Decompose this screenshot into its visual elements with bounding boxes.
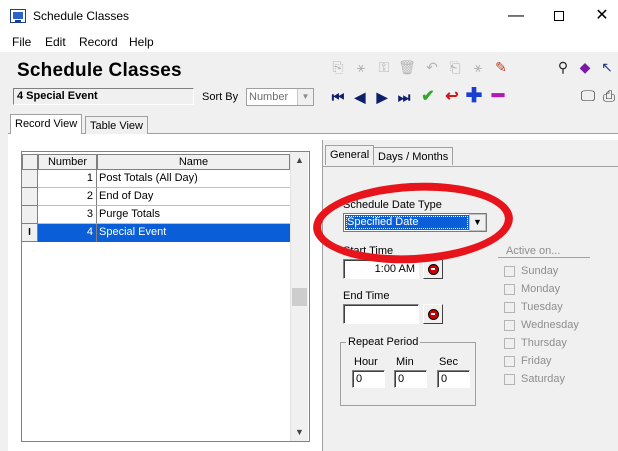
repeat-period-label: Repeat Period [346, 336, 421, 348]
row-indicator: I [22, 224, 38, 242]
day-checkbox-wednesday[interactable]: Wednesday [504, 319, 594, 333]
checkbox-icon[interactable] [504, 356, 515, 367]
list-scrollbar[interactable]: ▲ ▼ [290, 152, 308, 441]
report-icon[interactable]: ⎙ [599, 88, 618, 106]
row-indicator [22, 170, 38, 188]
end-time-label: End Time [343, 290, 390, 302]
tab-record-view[interactable]: Record View [10, 114, 83, 134]
window-title: Schedule Classes [33, 9, 130, 23]
day-label: Monday [521, 283, 561, 295]
row-name-cell: End of Day [97, 188, 290, 206]
day-label: Saturday [521, 373, 566, 385]
new-record-icon[interactable]: ⎘ [328, 58, 348, 76]
add-record-icon[interactable]: ✚ [464, 86, 484, 106]
scroll-up-icon[interactable]: ▲ [291, 152, 308, 169]
sec-input[interactable]: 0 [437, 370, 470, 388]
delete-icon[interactable]: 🗑 [397, 58, 417, 76]
row-indicator-header [22, 154, 38, 170]
row-number-cell: 4 [38, 224, 97, 242]
checkbox-icon[interactable] [504, 266, 515, 277]
hour-label: Hour [354, 356, 378, 368]
menu-help[interactable]: Help [129, 35, 154, 49]
scroll-thumb[interactable] [292, 288, 307, 306]
day-checkbox-tuesday[interactable]: Tuesday [504, 301, 594, 315]
min-label: Min [396, 356, 414, 368]
table-row[interactable]: 2 End of Day [22, 188, 290, 206]
chevron-down-icon[interactable]: ▼ [297, 89, 313, 105]
row-indicator [22, 206, 38, 224]
day-checkbox-sunday[interactable]: Sunday [504, 265, 594, 279]
book-icon[interactable]: ◆ [575, 58, 595, 76]
checkbox-icon[interactable] [504, 338, 515, 349]
row-indicator [22, 188, 38, 206]
minimize-button[interactable]: — [496, 0, 536, 32]
copy-record-icon[interactable]: ⚹ [351, 58, 371, 76]
table-row[interactable]: I 4 Special Event [22, 224, 290, 242]
checkbox-icon[interactable] [504, 302, 515, 313]
undo-icon[interactable]: ↶ [422, 58, 442, 76]
column-name-header[interactable]: Name [97, 154, 290, 170]
find-binoculars-icon[interactable]: ⚲ [553, 58, 573, 76]
sort-by-select[interactable]: Number ▼ [246, 88, 314, 106]
previous-record-icon[interactable]: ◀ [350, 88, 370, 106]
checkbox-icon[interactable] [504, 374, 515, 385]
active-on-label: Active on... [506, 245, 561, 257]
maximize-button[interactable] [539, 0, 579, 32]
menu-bar: File Edit Record Help [0, 32, 618, 52]
menu-record[interactable]: Record [79, 35, 118, 49]
close-button[interactable]: ✕ [582, 0, 618, 32]
monitor-icon[interactable]: 🖵 [578, 88, 598, 106]
table-row[interactable]: 3 Purge Totals [22, 206, 290, 224]
day-label: Sunday [521, 265, 559, 277]
end-time-input[interactable] [343, 304, 419, 324]
row-name-cell: Special Event [97, 224, 290, 242]
tab-divider [322, 166, 618, 167]
row-number-cell: 3 [38, 206, 97, 224]
row-number-cell: 2 [38, 188, 97, 206]
day-label: Tuesday [521, 301, 563, 313]
day-label: Friday [521, 355, 552, 367]
row-name-cell: Post Totals (All Day) [97, 170, 290, 188]
tab-table-view[interactable]: Table View [85, 116, 148, 134]
app-icon [10, 9, 26, 23]
day-checkbox-saturday[interactable]: Saturday [504, 373, 594, 387]
sort-by-value: Number [249, 91, 289, 103]
min-input[interactable]: 0 [394, 370, 427, 388]
day-label: Thursday [521, 337, 567, 349]
sec-label: Sec [439, 356, 458, 368]
wand-icon[interactable]: ⚹ [468, 58, 488, 76]
menu-file[interactable]: File [12, 35, 31, 49]
checkbox-icon[interactable] [504, 284, 515, 295]
column-number-header[interactable]: Number [38, 154, 97, 170]
remove-record-icon[interactable]: ━ [488, 86, 508, 106]
table-row[interactable]: 1 Post Totals (All Day) [22, 170, 290, 188]
tab-days-months[interactable]: Days / Months [373, 147, 454, 165]
scroll-down-icon[interactable]: ▼ [291, 424, 308, 441]
first-record-icon[interactable]: ⏮ [328, 88, 348, 106]
clear-icon[interactable]: ✎ [491, 58, 511, 76]
checkbox-icon[interactable] [504, 320, 515, 331]
help-pointer-icon[interactable]: ↖ [597, 58, 617, 76]
row-number-cell: 1 [38, 170, 97, 188]
day-checkbox-thursday[interactable]: Thursday [504, 337, 594, 351]
next-record-icon[interactable]: ▶ [372, 88, 392, 106]
tab-general[interactable]: General [325, 145, 375, 165]
cancel-undo-icon[interactable]: ↩ [442, 88, 462, 106]
end-time-picker-button[interactable] [423, 304, 443, 324]
title-bar: Schedule Classes — ✕ [0, 0, 618, 32]
last-record-icon[interactable]: ⏭ [394, 88, 414, 106]
paste-icon[interactable]: ⎗ [445, 58, 465, 76]
day-label: Wednesday [521, 319, 579, 331]
hour-input[interactable]: 0 [352, 370, 385, 388]
form-title: Schedule Classes [17, 60, 182, 81]
current-record-field: 4 Special Event [13, 88, 194, 105]
day-checkbox-friday[interactable]: Friday [504, 355, 594, 369]
menu-edit[interactable]: Edit [45, 35, 66, 49]
save-check-icon[interactable]: ✔ [418, 88, 438, 106]
row-name-cell: Purge Totals [97, 206, 290, 224]
day-checkbox-monday[interactable]: Monday [504, 283, 594, 297]
sort-by-label: Sort By [202, 91, 239, 103]
lock-icon[interactable]: ⚿ [374, 58, 394, 76]
